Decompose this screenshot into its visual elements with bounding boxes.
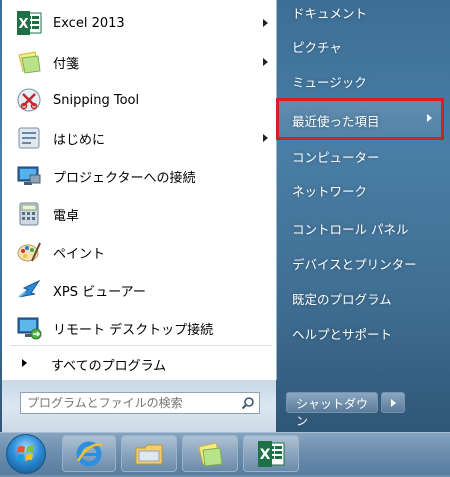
svg-text:X: X [260, 447, 271, 463]
triangle-right-icon [22, 359, 27, 367]
chevron-right-icon [391, 399, 396, 407]
right-item-music[interactable]: ミュージック [283, 66, 443, 96]
taskbar-sticky-notes[interactable] [182, 435, 238, 472]
program-item-getting-started[interactable]: はじめに [2, 120, 276, 156]
start-button[interactable] [6, 434, 46, 474]
taskbar-file-explorer[interactable] [121, 435, 177, 472]
right-item-label: コンピューター [292, 150, 380, 165]
calculator-icon [14, 199, 44, 229]
right-item-label: ピクチャ [292, 40, 342, 55]
taskbar-excel[interactable]: X [243, 435, 299, 472]
search-input[interactable] [27, 395, 227, 411]
internet-explorer-icon [76, 441, 103, 466]
program-item-paint[interactable]: ペイント [2, 234, 276, 270]
program-label: 電卓 [53, 208, 80, 224]
program-label: 付箋 [53, 56, 80, 72]
svg-text:X: X [18, 17, 28, 32]
taskbar-internet-explorer[interactable] [62, 435, 116, 472]
projector-icon [14, 161, 44, 191]
program-label: リモート デスクトップ接続 [53, 322, 214, 338]
right-item-label: ヘルプとサポート [292, 327, 393, 342]
getting-started-icon [14, 123, 44, 153]
programs-pane: X Excel 2013 付箋 Snipping Tool はじめに プロジェク… [2, 0, 277, 380]
right-item-computer[interactable]: コンピューター [283, 141, 443, 171]
right-item-label: デバイスとプリンター [292, 257, 417, 272]
windows-logo-icon [16, 445, 34, 461]
right-item-recent-items[interactable]: 最近使った項目 [276, 98, 444, 140]
program-label: Excel 2013 [53, 15, 125, 31]
all-programs-label: すべてのプログラム [51, 359, 167, 374]
snipping-tool-icon [14, 85, 44, 115]
program-item-projector[interactable]: プロジェクターへの接続 [2, 158, 276, 194]
program-label: ペイント [53, 246, 106, 262]
all-programs-button[interactable]: すべてのプログラム [2, 350, 276, 376]
right-item-label: 最近使った項目 [292, 114, 380, 129]
right-item-label: ミュージック [292, 75, 367, 90]
program-label: プロジェクターへの接続 [53, 170, 196, 186]
submenu-arrow-icon [263, 58, 268, 66]
right-item-label: 既定のプログラム [292, 292, 392, 307]
search-box[interactable] [20, 392, 260, 414]
right-item-label: コントロール パネル [292, 222, 409, 237]
search-area [2, 380, 276, 432]
right-item-label: ドキュメント [292, 6, 368, 21]
paint-icon [14, 237, 44, 267]
file-explorer-icon [135, 444, 163, 464]
shutdown-button[interactable]: シャットダウン [286, 392, 378, 428]
shutdown-options-button[interactable] [381, 392, 405, 413]
xps-viewer-icon [14, 275, 44, 305]
remote-desktop-icon [14, 313, 44, 343]
sticky-notes-icon [198, 441, 223, 467]
program-item-remote-desktop[interactable]: リモート デスクトップ接続 [2, 310, 276, 346]
right-item-pictures[interactable]: ピクチャ [283, 31, 443, 61]
program-item-xps-viewer[interactable]: XPS ビューアー [2, 272, 276, 308]
excel-icon: X [258, 440, 285, 467]
right-item-help-support[interactable]: ヘルプとサポート [283, 318, 443, 348]
right-item-default-programs[interactable]: 既定のプログラム [283, 283, 443, 313]
program-label: Snipping Tool [53, 92, 140, 108]
shutdown-label: シャットダウン [296, 397, 369, 428]
separator [10, 345, 272, 346]
program-item-snipping-tool[interactable]: Snipping Tool [2, 82, 276, 118]
right-item-network[interactable]: ネットワーク [283, 175, 443, 205]
sticky-notes-icon [14, 47, 44, 77]
program-label: XPS ビューアー [53, 284, 146, 300]
program-item-calculator[interactable]: 電卓 [2, 196, 276, 232]
submenu-arrow-icon [263, 19, 268, 27]
right-item-control-panel[interactable]: コントロール パネル [283, 213, 443, 243]
right-item-documents[interactable]: ドキュメント [283, 0, 443, 27]
excel-icon: X [14, 8, 44, 38]
program-item-sticky-notes[interactable]: 付箋 [2, 44, 276, 80]
start-menu: X Excel 2013 付箋 Snipping Tool はじめに プロジェク… [0, 0, 450, 432]
submenu-arrow-icon [427, 114, 432, 122]
search-icon[interactable] [241, 396, 255, 410]
right-item-devices-printers[interactable]: デバイスとプリンター [283, 248, 443, 278]
submenu-arrow-icon [263, 134, 268, 142]
program-label: はじめに [53, 132, 106, 148]
program-item-excel[interactable]: X Excel 2013 [2, 5, 276, 41]
taskbar: X [0, 432, 450, 475]
right-item-label: ネットワーク [292, 184, 368, 199]
